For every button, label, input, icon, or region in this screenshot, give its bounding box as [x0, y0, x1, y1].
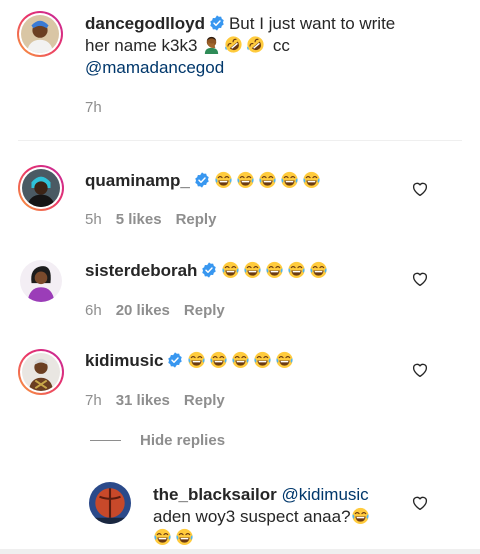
- reply-button[interactable]: Reply: [184, 392, 225, 409]
- laughing-emoji: [236, 170, 255, 189]
- reply-button[interactable]: Reply: [184, 302, 225, 319]
- reply-button[interactable]: Reply: [176, 211, 217, 228]
- verified-badge-icon: [209, 15, 225, 31]
- timestamp: 7h: [85, 392, 102, 409]
- comment-text: her name k3k3: [85, 36, 198, 55]
- replies-divider-line: [90, 440, 121, 441]
- laughing-emoji: [351, 506, 370, 525]
- person-facepalming-emoji: [202, 35, 221, 54]
- comment-line: the_blacksailor @kidimusic: [153, 484, 369, 506]
- laughing-emoji: [280, 170, 299, 189]
- laughing-emoji: [175, 527, 194, 546]
- avatar[interactable]: [18, 165, 64, 211]
- comment-line: kidimusic: [85, 350, 297, 372]
- comment-meta: 5h 5 likes Reply: [85, 211, 216, 228]
- hide-replies-label: Hide replies: [140, 432, 226, 449]
- avatar[interactable]: [88, 481, 132, 525]
- laughing-emoji: [187, 350, 206, 369]
- avatar[interactable]: [18, 258, 64, 304]
- heart-icon[interactable]: [411, 180, 429, 198]
- username[interactable]: dancegodlloyd: [85, 14, 205, 33]
- comment-meta: 7h: [85, 99, 102, 116]
- comment-line: sisterdeborah: [85, 260, 331, 282]
- laughing-emoji: [309, 260, 328, 279]
- comment-meta: 7h 31 likes Reply: [85, 392, 225, 409]
- comment-line-2: aden woy3 suspect anaa?: [153, 506, 373, 528]
- comment-text: But I just want to write: [228, 14, 396, 33]
- username[interactable]: sisterdeborah: [85, 261, 197, 280]
- timestamp: 7h: [85, 99, 102, 116]
- comment-text: cc: [272, 36, 290, 55]
- mention-link[interactable]: @mamadancegod: [85, 58, 224, 77]
- comment-line-2: her name k3k3 cc: [85, 35, 290, 57]
- timestamp: 6h: [85, 302, 102, 319]
- laughing-emoji: [275, 350, 294, 369]
- verified-badge-icon: [167, 352, 183, 368]
- likes-count[interactable]: 20 likes: [116, 302, 170, 319]
- verified-badge-icon: [194, 172, 210, 188]
- username[interactable]: quaminamp_: [85, 171, 190, 190]
- scroll-edge: [0, 549, 480, 554]
- username[interactable]: the_blacksailor: [153, 485, 277, 504]
- avatar[interactable]: [18, 349, 64, 395]
- timestamp: 5h: [85, 211, 102, 228]
- comment-line-3: @mamadancegod: [85, 57, 224, 79]
- laughing-emoji: [214, 170, 233, 189]
- laughing-emoji: [265, 260, 284, 279]
- mention-link[interactable]: @kidimusic: [282, 485, 369, 504]
- comment-text: aden woy3 suspect anaa?: [153, 507, 351, 526]
- likes-count[interactable]: 5 likes: [116, 211, 162, 228]
- comment-line: dancegodlloyd But I just want to write: [85, 13, 395, 35]
- avatar[interactable]: [17, 11, 63, 57]
- likes-count[interactable]: 31 likes: [116, 392, 170, 409]
- rolling-laughing-emoji: [224, 35, 243, 54]
- comment-line-3: [153, 527, 197, 549]
- comment-meta: 6h 20 likes Reply: [85, 302, 225, 319]
- comment-line: quaminamp_: [85, 170, 324, 192]
- verified-badge-icon: [201, 262, 217, 278]
- hide-replies-button[interactable]: Hide replies: [90, 432, 225, 449]
- laughing-emoji: [302, 170, 321, 189]
- heart-icon[interactable]: [411, 494, 429, 512]
- heart-icon[interactable]: [411, 270, 429, 288]
- laughing-emoji: [258, 170, 277, 189]
- rolling-laughing-emoji: [246, 35, 265, 54]
- laughing-emoji: [243, 260, 262, 279]
- laughing-emoji: [153, 527, 172, 546]
- laughing-emoji: [287, 260, 306, 279]
- laughing-emoji: [221, 260, 240, 279]
- laughing-emoji: [253, 350, 272, 369]
- heart-icon[interactable]: [411, 361, 429, 379]
- laughing-emoji: [209, 350, 228, 369]
- divider: [18, 140, 462, 141]
- laughing-emoji: [231, 350, 250, 369]
- username[interactable]: kidimusic: [85, 351, 163, 370]
